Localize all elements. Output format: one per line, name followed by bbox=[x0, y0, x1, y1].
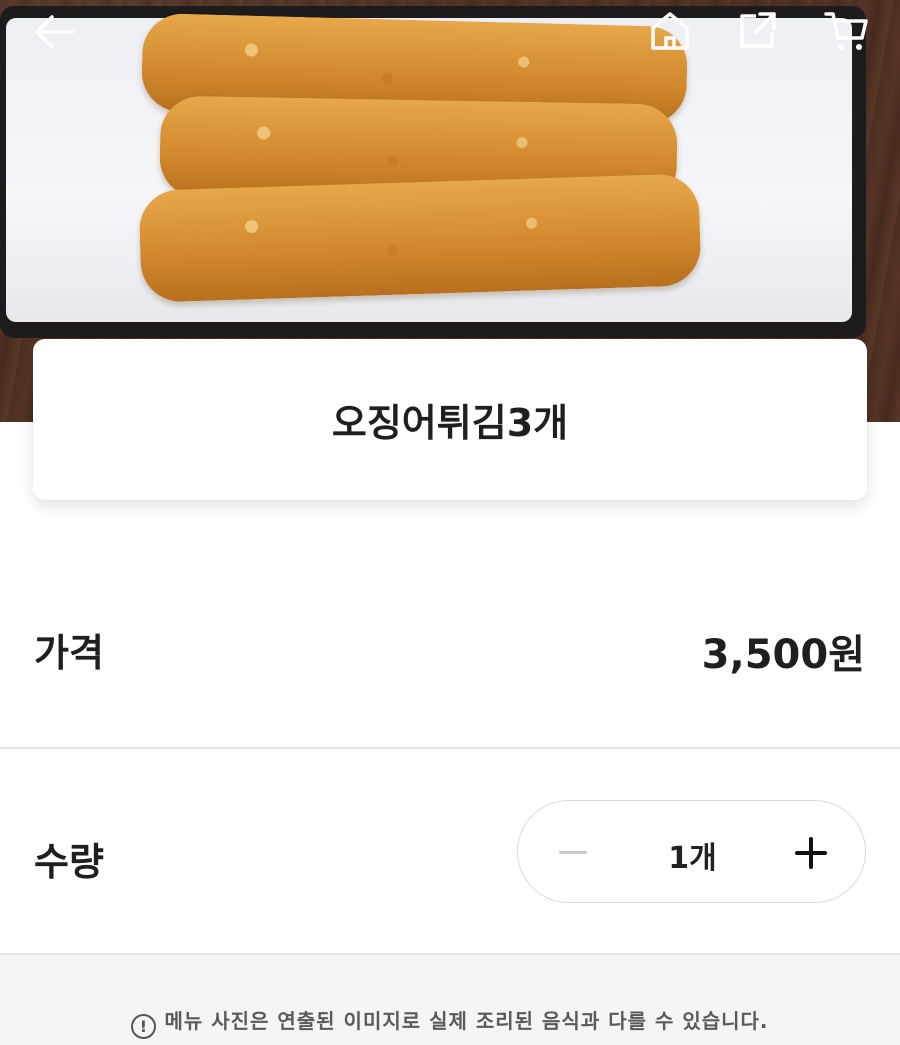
photo-disclaimer: ! 메뉴 사진은 연출된 이미지로 실제 조리된 음식과 다를 수 있습니다. bbox=[0, 1005, 900, 1039]
quantity-stepper: 1개 bbox=[517, 800, 866, 903]
back-arrow-icon[interactable] bbox=[30, 12, 78, 52]
share-external-icon[interactable] bbox=[736, 8, 780, 52]
price-value: 3,500원 bbox=[701, 632, 865, 678]
info-icon: ! bbox=[131, 1014, 157, 1039]
product-title-card: 오징어튀김3개 bbox=[33, 339, 867, 500]
price-row: 가격 3,500원 bbox=[0, 560, 900, 748]
fried-squid-piece bbox=[138, 173, 702, 303]
quantity-label: 수량 bbox=[34, 840, 104, 884]
increase-quantity-button[interactable] bbox=[785, 827, 835, 877]
notice-area: ! 메뉴 사진은 연출된 이미지로 실제 조리된 음식과 다를 수 있습니다. bbox=[0, 955, 900, 1045]
cart-icon[interactable] bbox=[822, 8, 870, 54]
top-navigation-bar bbox=[0, 0, 900, 70]
disclaimer-text: 메뉴 사진은 연출된 이미지로 실제 조리된 음식과 다를 수 있습니다. bbox=[164, 1009, 769, 1033]
home-icon[interactable] bbox=[648, 8, 692, 54]
price-label: 가격 bbox=[34, 631, 104, 675]
product-title: 오징어튀김3개 bbox=[331, 401, 569, 445]
quantity-row: 수량 1개 bbox=[0, 749, 900, 954]
